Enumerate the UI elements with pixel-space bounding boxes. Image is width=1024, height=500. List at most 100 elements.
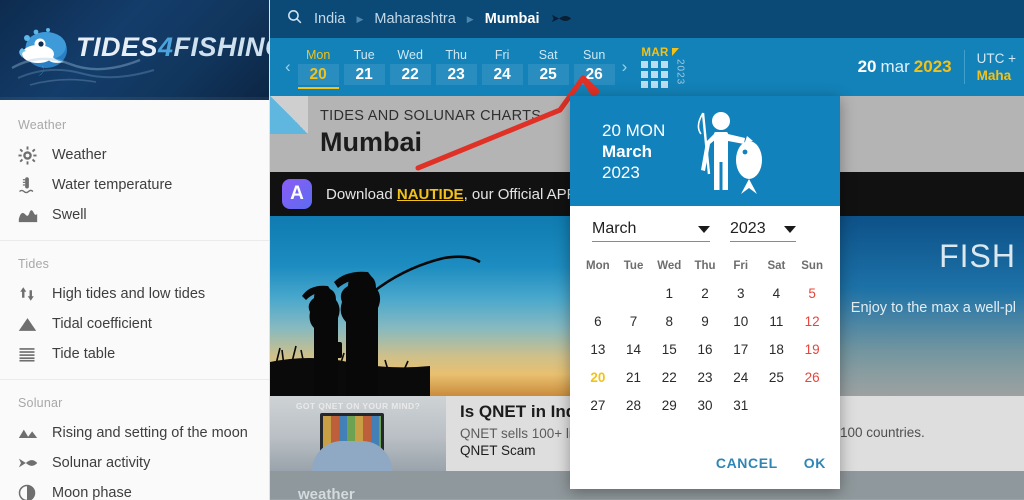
fish-icon: [550, 13, 572, 26]
logo-wordmark: TIDES4FISHING: [76, 32, 269, 63]
next-week-button[interactable]: ›: [615, 57, 635, 77]
day-chip-thu-23[interactable]: Thu 23: [435, 46, 477, 89]
year-select[interactable]: 2023: [730, 220, 796, 242]
calendar-day-25[interactable]: 25: [759, 364, 795, 392]
breadcrumb-item-maharashtra[interactable]: Maharashtra: [374, 11, 455, 27]
month-select[interactable]: March: [592, 220, 710, 242]
mountains-icon: [18, 422, 52, 444]
calendar-day-6[interactable]: 6: [580, 308, 616, 336]
calendar-day-29[interactable]: 29: [651, 392, 687, 420]
sidebar: TIDES4FISHING Weather: [0, 0, 270, 500]
day-number: 21: [343, 63, 385, 85]
day-chip-wed-22[interactable]: Wed 22: [389, 46, 431, 89]
calendar-day-17[interactable]: 17: [723, 336, 759, 364]
picker-header-month: March: [602, 141, 653, 161]
calendar-day-9[interactable]: 9: [687, 308, 723, 336]
breadcrumb-item-india[interactable]: India: [314, 11, 345, 27]
sidebar-item-label: Tide table: [52, 346, 116, 362]
calendar-day-7[interactable]: 7: [616, 308, 652, 336]
day-chip-tue-21[interactable]: Tue 21: [343, 46, 385, 89]
calendar-picker-button[interactable]: MAR 2023: [641, 46, 687, 88]
date-picker-dialog: 20 MON March 2023 March 2023 Mon Tue Wed…: [570, 96, 840, 489]
calendar-corner-flag: [672, 48, 680, 56]
sidebar-item-swell[interactable]: Swell: [0, 200, 269, 230]
calendar-weekday-row: Mon Tue Wed Thu Fri Sat Sun: [580, 254, 830, 280]
moon-phase-icon: [18, 482, 52, 500]
weekday-fri: Fri: [733, 260, 749, 272]
app-promo-prefix: Download: [326, 185, 397, 203]
sidebar-item-label: Rising and setting of the moon: [52, 425, 248, 441]
calendar-day-2[interactable]: 2: [687, 280, 723, 308]
fisherman-icon: [697, 112, 763, 194]
calendar-day-24[interactable]: 24: [723, 364, 759, 392]
calendar-day-14[interactable]: 14: [616, 336, 652, 364]
sidebar-item-moon-rise-set[interactable]: Rising and setting of the moon: [0, 418, 269, 448]
sidebar-item-tidal-coefficient[interactable]: Tidal coefficient: [0, 309, 269, 339]
current-date-text: 20 mar 2023: [858, 57, 952, 77]
calendar-week-row: 6 7 8 9 10 11 12: [580, 308, 830, 336]
calendar-day-16[interactable]: 16: [687, 336, 723, 364]
search-icon[interactable]: [286, 8, 303, 30]
day-chip-mon-20[interactable]: Mon 20: [297, 46, 339, 89]
day-underline: [574, 87, 615, 89]
calendar-day-3[interactable]: 3: [723, 280, 759, 308]
calendar-day-1[interactable]: 1: [651, 280, 687, 308]
calendar-day-28[interactable]: 28: [616, 392, 652, 420]
calendar-day-23[interactable]: 23: [687, 364, 723, 392]
calendar-day-22[interactable]: 22: [651, 364, 687, 392]
logo-tides: TIDES: [76, 32, 159, 62]
sidebar-item-label: Water temperature: [52, 177, 173, 193]
breadcrumb-separator: ▶: [356, 13, 364, 24]
calendar-day-8[interactable]: 8: [651, 308, 687, 336]
calendar-week-row: 27 28 29 30 31: [580, 392, 830, 420]
calendar-day-11[interactable]: 11: [759, 308, 795, 336]
calendar-day-20-selected[interactable]: 20: [580, 364, 616, 392]
calendar-day-21[interactable]: 21: [616, 364, 652, 392]
sidebar-item-tide-table[interactable]: Tide table: [0, 339, 269, 369]
cancel-button[interactable]: CANCEL: [716, 455, 778, 471]
sidebar-item-moon-phase[interactable]: Moon phase: [0, 478, 269, 500]
breadcrumb-item-mumbai[interactable]: Mumbai: [485, 11, 540, 27]
chevron-down-icon: [698, 225, 710, 233]
calendar-day-10[interactable]: 10: [723, 308, 759, 336]
calendar-day-19[interactable]: 19: [794, 336, 830, 364]
prev-week-button[interactable]: ‹: [278, 57, 298, 77]
day-underline: [297, 86, 339, 89]
logo-fishing: FISHING: [173, 32, 269, 62]
calendar-day-18[interactable]: 18: [759, 336, 795, 364]
day-chip-sat-25[interactable]: Sat 25: [527, 46, 569, 89]
sidebar-item-weather[interactable]: Weather: [0, 140, 269, 170]
calendar-week-row: 13 14 15 16 17 18 19: [580, 336, 830, 364]
ad-trailing-text: 100 countries.: [840, 425, 925, 440]
calendar-day-26[interactable]: 26: [794, 364, 830, 392]
year-select-value: 2023: [730, 220, 766, 237]
sidebar-item-water-temperature[interactable]: Water temperature: [0, 170, 269, 200]
day-underline: [528, 87, 569, 89]
fish-icon: [18, 452, 52, 474]
calendar-day-13[interactable]: 13: [580, 336, 616, 364]
day-list: Mon 20 Tue 21 Wed 22 Thu 23 Fri 24 Sat 2…: [297, 46, 615, 89]
day-chip-fri-24[interactable]: Fri 24: [481, 46, 523, 89]
weekday-tue: Tue: [623, 260, 644, 272]
corner-decoration: [270, 96, 308, 134]
date-picker-header: 20 MON March 2023: [570, 96, 840, 206]
divider: [963, 50, 965, 84]
site-logo[interactable]: TIDES4FISHING: [0, 0, 269, 100]
calendar-day-27[interactable]: 27: [580, 392, 616, 420]
calendar-day-15[interactable]: 15: [651, 336, 687, 364]
sidebar-group-title: Solunar: [18, 396, 63, 410]
date-picker-actions: CANCEL OK: [716, 455, 826, 471]
sidebar-group-title: Tides: [18, 257, 50, 271]
calendar-day-5[interactable]: 5: [794, 280, 830, 308]
calendar-day-31[interactable]: 31: [723, 392, 759, 420]
sidebar-item-label: Moon phase: [52, 485, 132, 500]
sidebar-item-high-low-tides[interactable]: High tides and low tides: [0, 279, 269, 309]
ok-button[interactable]: OK: [804, 455, 826, 471]
current-date-day: 20: [857, 57, 877, 76]
sidebar-item-solunar-activity[interactable]: Solunar activity: [0, 448, 269, 478]
calendar-day-12[interactable]: 12: [794, 308, 830, 336]
day-chip-sun-26[interactable]: Sun 26: [573, 46, 615, 89]
nautide-link[interactable]: NAUTIDE: [397, 186, 464, 203]
calendar-day-30[interactable]: 30: [687, 392, 723, 420]
calendar-day-4[interactable]: 4: [759, 280, 795, 308]
